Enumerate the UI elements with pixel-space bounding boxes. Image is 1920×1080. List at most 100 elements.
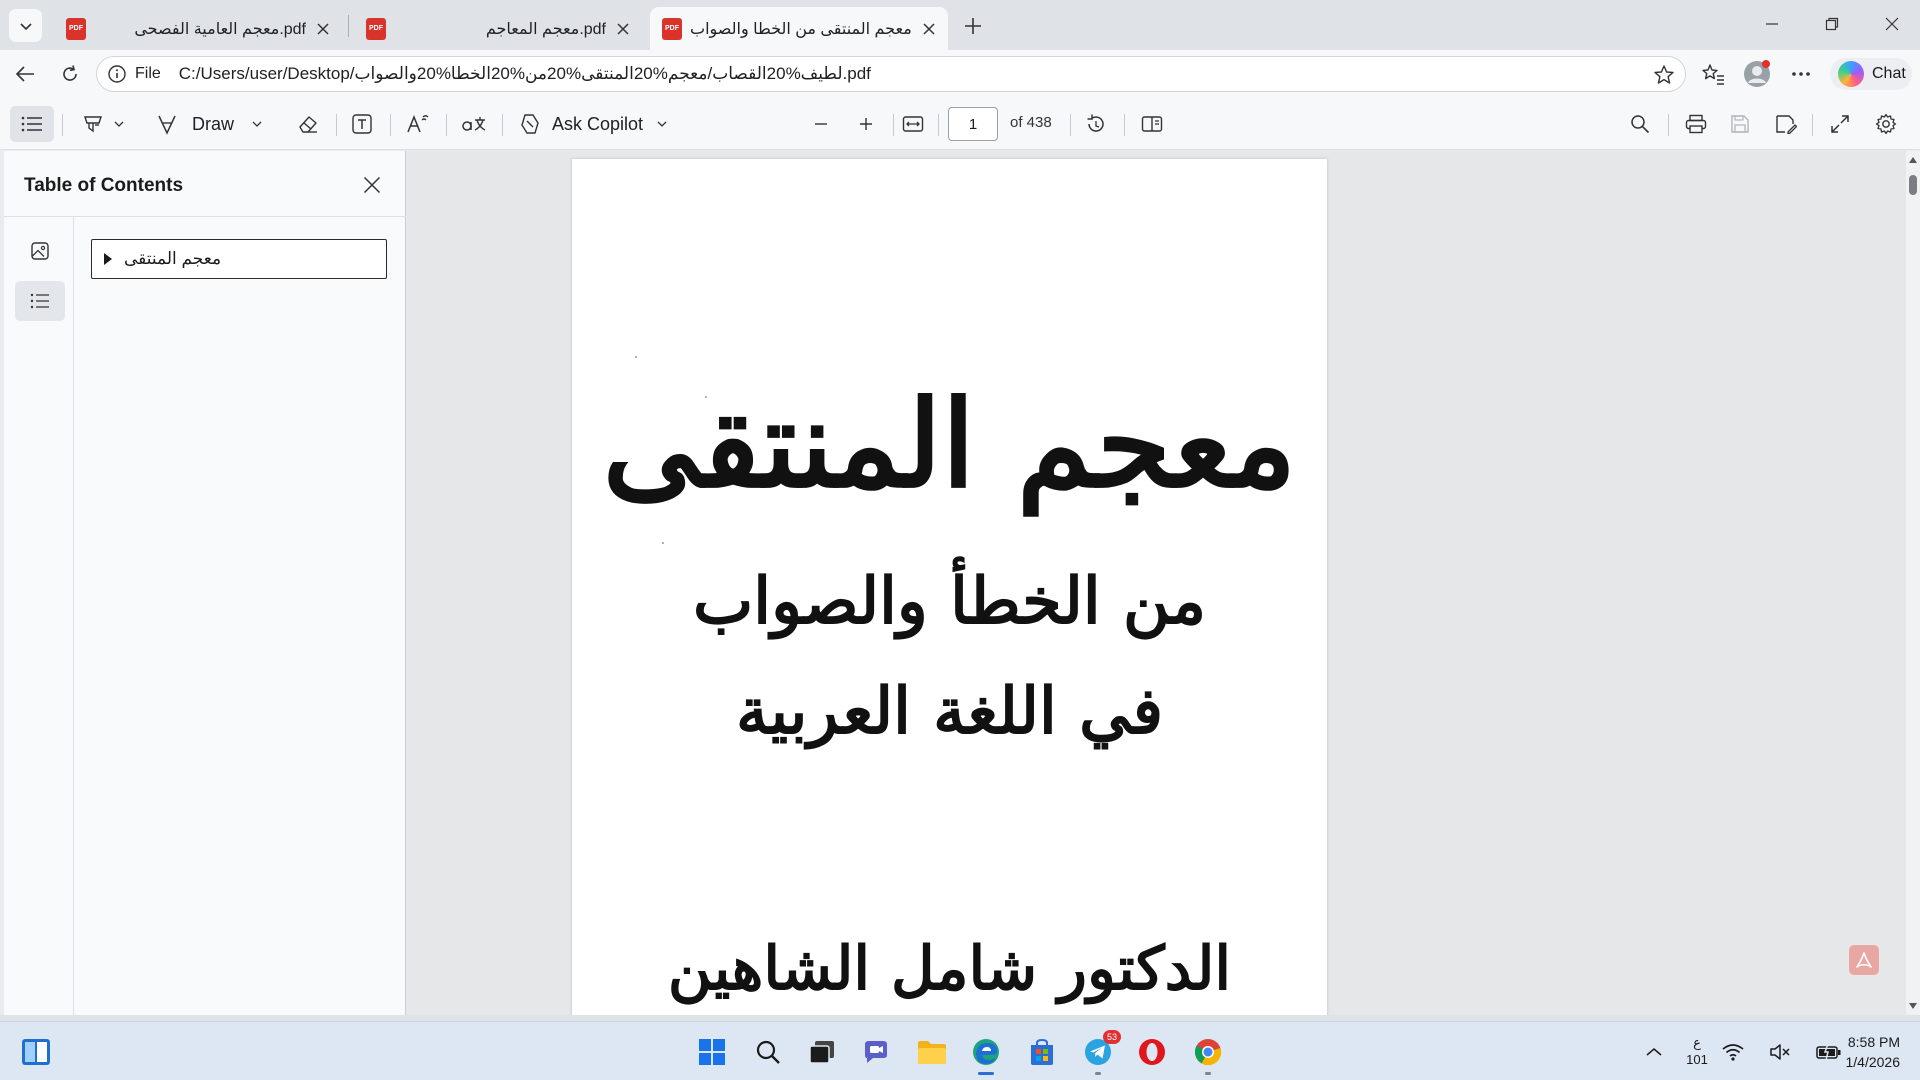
- task-view-button[interactable]: [802, 1032, 842, 1072]
- favorite-star-icon[interactable]: [1653, 64, 1675, 86]
- start-button[interactable]: [692, 1032, 732, 1072]
- widgets-icon: [22, 1039, 50, 1065]
- fullscreen-button[interactable]: [1824, 108, 1856, 140]
- read-aloud-button[interactable]: [402, 108, 434, 140]
- search-icon: [1631, 115, 1650, 134]
- toolbar-divider: [502, 114, 503, 136]
- telegram-button[interactable]: 53: [1078, 1030, 1121, 1072]
- save-button[interactable]: [1724, 108, 1756, 140]
- url-text[interactable]: C:/Users/user/Desktop/لطيف%20القصاب/معجم…: [179, 64, 871, 84]
- toolbar-divider: [1124, 114, 1125, 136]
- table-of-contents-toggle[interactable]: [10, 106, 54, 142]
- copilot-chat-button[interactable]: Chat: [1830, 58, 1912, 90]
- pdf-file-icon: PDF: [366, 17, 386, 40]
- vertical-scrollbar[interactable]: [1906, 151, 1920, 1015]
- translate-button[interactable]: [458, 108, 490, 140]
- chevron-down-icon: [252, 121, 262, 127]
- toolbar-divider: [1812, 114, 1813, 136]
- page-view-button[interactable]: [1136, 108, 1168, 140]
- toolbar-divider: [893, 114, 894, 136]
- active-app-indicator: [978, 1072, 994, 1075]
- restore-button[interactable]: [1810, 6, 1854, 42]
- opera-button[interactable]: [1132, 1032, 1172, 1072]
- show-hidden-icons-button[interactable]: [1632, 1032, 1676, 1072]
- expand-caret-icon[interactable]: [104, 253, 112, 265]
- print-button[interactable]: [1680, 108, 1712, 140]
- pdf-settings-button[interactable]: [1870, 108, 1902, 140]
- minimize-button[interactable]: [1750, 6, 1794, 42]
- copilot-outline-icon: [521, 114, 539, 134]
- tab-strip: PDF معجم العامية الفصحى.pdf PDF معجم الم…: [0, 0, 1920, 50]
- fit-to-width-button[interactable]: [898, 108, 928, 140]
- save-as-button[interactable]: [1770, 108, 1802, 140]
- draw-button[interactable]: Draw: [156, 108, 268, 140]
- tab-3-active[interactable]: PDF معجم المنتقى من الخطا والصواب.pdf: [650, 7, 948, 50]
- toolbar-divider: [336, 114, 337, 136]
- find-button[interactable]: [1624, 108, 1656, 140]
- scroll-up-arrow-icon[interactable]: [1909, 157, 1917, 163]
- ask-copilot-label: Ask Copilot: [552, 113, 644, 134]
- ask-copilot-button[interactable]: Ask Copilot: [518, 108, 668, 140]
- toolbar-divider: [62, 114, 63, 136]
- widgets-button[interactable]: [16, 1032, 56, 1072]
- toc-item[interactable]: معجم المنتقى: [91, 239, 387, 279]
- plus-icon: [860, 118, 872, 130]
- chevron-down-icon: [657, 121, 667, 127]
- close-tab-button[interactable]: [312, 18, 334, 40]
- back-button[interactable]: [9, 58, 41, 90]
- close-tab-button[interactable]: [612, 18, 634, 40]
- favorites-button[interactable]: [1697, 58, 1729, 90]
- outline-view-button[interactable]: [15, 281, 65, 321]
- acrobat-assistant-button[interactable]: [1849, 945, 1879, 975]
- page-number-input[interactable]: 1: [948, 107, 998, 141]
- scroll-down-arrow-icon[interactable]: [1909, 1003, 1917, 1009]
- close-icon: [1885, 17, 1899, 31]
- zoom-out-button[interactable]: [806, 108, 836, 140]
- add-text-button[interactable]: [346, 108, 378, 140]
- erase-button[interactable]: [292, 108, 324, 140]
- running-indicator: [1095, 1072, 1101, 1075]
- fit-width-icon: [902, 116, 924, 132]
- scroll-thumb[interactable]: [1909, 175, 1917, 195]
- pdf-toolbar: Draw Ask Copilot 1 of 438: [0, 98, 1920, 150]
- toolbar-divider: [1668, 114, 1669, 136]
- list-icon: [21, 116, 42, 132]
- new-tab-button[interactable]: [958, 11, 988, 41]
- info-icon[interactable]: [107, 64, 127, 84]
- chrome-button[interactable]: [1188, 1032, 1228, 1072]
- thumbnails-view-button[interactable]: [15, 231, 65, 271]
- tab-actions-menu[interactable]: [9, 9, 42, 42]
- tab-1[interactable]: PDF معجم العامية الفصحى.pdf: [54, 7, 342, 50]
- book-subtitle-line: من الخطأ والصواب: [693, 564, 1206, 639]
- tab-title: معجم المنتقى من الخطا والصواب.pdf: [690, 20, 912, 38]
- input-language-indicator[interactable]: ع 101: [1680, 1034, 1714, 1068]
- close-window-button[interactable]: [1870, 6, 1914, 42]
- rotate-button[interactable]: [1080, 108, 1112, 140]
- highlight-button[interactable]: [74, 108, 132, 140]
- save-as-icon: [1776, 115, 1797, 134]
- refresh-button[interactable]: [54, 58, 86, 90]
- avatar-icon: [1744, 60, 1770, 87]
- tab-2[interactable]: PDF معجم المعاجم.pdf: [354, 7, 642, 50]
- file-explorer-button[interactable]: [912, 1032, 952, 1072]
- profile-button[interactable]: [1741, 58, 1773, 90]
- system-clock[interactable]: 8:58 PM 1/4/2026: [1810, 1032, 1901, 1072]
- chevron-down-icon: [114, 121, 124, 127]
- search-button[interactable]: [748, 1032, 788, 1072]
- pdf-page: معجم المنتقى من الخطأ والصواب في اللغة ا…: [572, 159, 1327, 1015]
- keyboard-layout: 101: [1686, 1052, 1708, 1067]
- microsoft-store-button[interactable]: [1022, 1032, 1062, 1072]
- edge-browser-button[interactable]: [966, 1032, 1006, 1072]
- toolbar-divider: [1070, 114, 1071, 136]
- pdf-document-view[interactable]: معجم المنتقى من الخطأ والصواب في اللغة ا…: [407, 151, 1907, 1015]
- highlighter-icon: [84, 116, 102, 133]
- close-tab-button[interactable]: [918, 18, 940, 40]
- gear-icon: [1875, 113, 1897, 135]
- address-bar[interactable]: File C:/Users/user/Desktop/لطيف%20القصاب…: [96, 56, 1686, 92]
- panel-title: Table of Contents: [24, 175, 184, 196]
- close-panel-button[interactable]: [358, 171, 386, 199]
- notification-badge: 53: [1103, 1030, 1121, 1044]
- settings-and-more-button[interactable]: [1785, 58, 1817, 90]
- zoom-in-button[interactable]: [851, 108, 881, 140]
- teams-chat-button[interactable]: [856, 1032, 896, 1072]
